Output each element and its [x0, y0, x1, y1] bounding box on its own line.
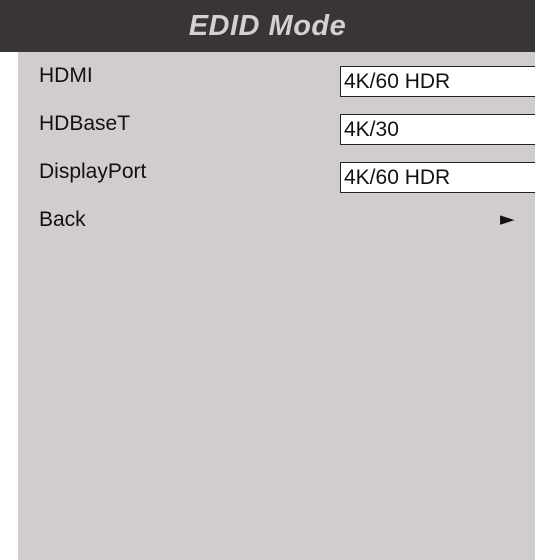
osd-screen: EDID Mode HDMI 4K/60 HDR HDBaseT 4K/30 D…: [0, 0, 535, 560]
left-border: [0, 52, 18, 560]
menu-item-back[interactable]: Back ►: [18, 196, 535, 244]
menu-item-hdmi[interactable]: HDMI 4K/60 HDR: [18, 52, 535, 100]
menu-item-label: Back: [39, 208, 86, 231]
menu-item-label: DisplayPort: [39, 160, 147, 183]
hdbaset-edid-value[interactable]: 4K/30: [340, 114, 535, 145]
title-bar: EDID Mode: [0, 0, 535, 52]
menu-item-hdbaset[interactable]: HDBaseT 4K/30: [18, 100, 535, 148]
hdmi-edid-value[interactable]: 4K/60 HDR: [340, 66, 535, 97]
right-triangle-icon[interactable]: ►: [500, 208, 515, 230]
menu-item-displayport[interactable]: DisplayPort 4K/60 HDR: [18, 148, 535, 196]
menu-item-label: HDMI: [39, 64, 93, 87]
page-title: EDID Mode: [188, 9, 347, 42]
displayport-edid-value[interactable]: 4K/60 HDR: [340, 162, 535, 193]
menu-item-label: HDBaseT: [39, 112, 131, 135]
